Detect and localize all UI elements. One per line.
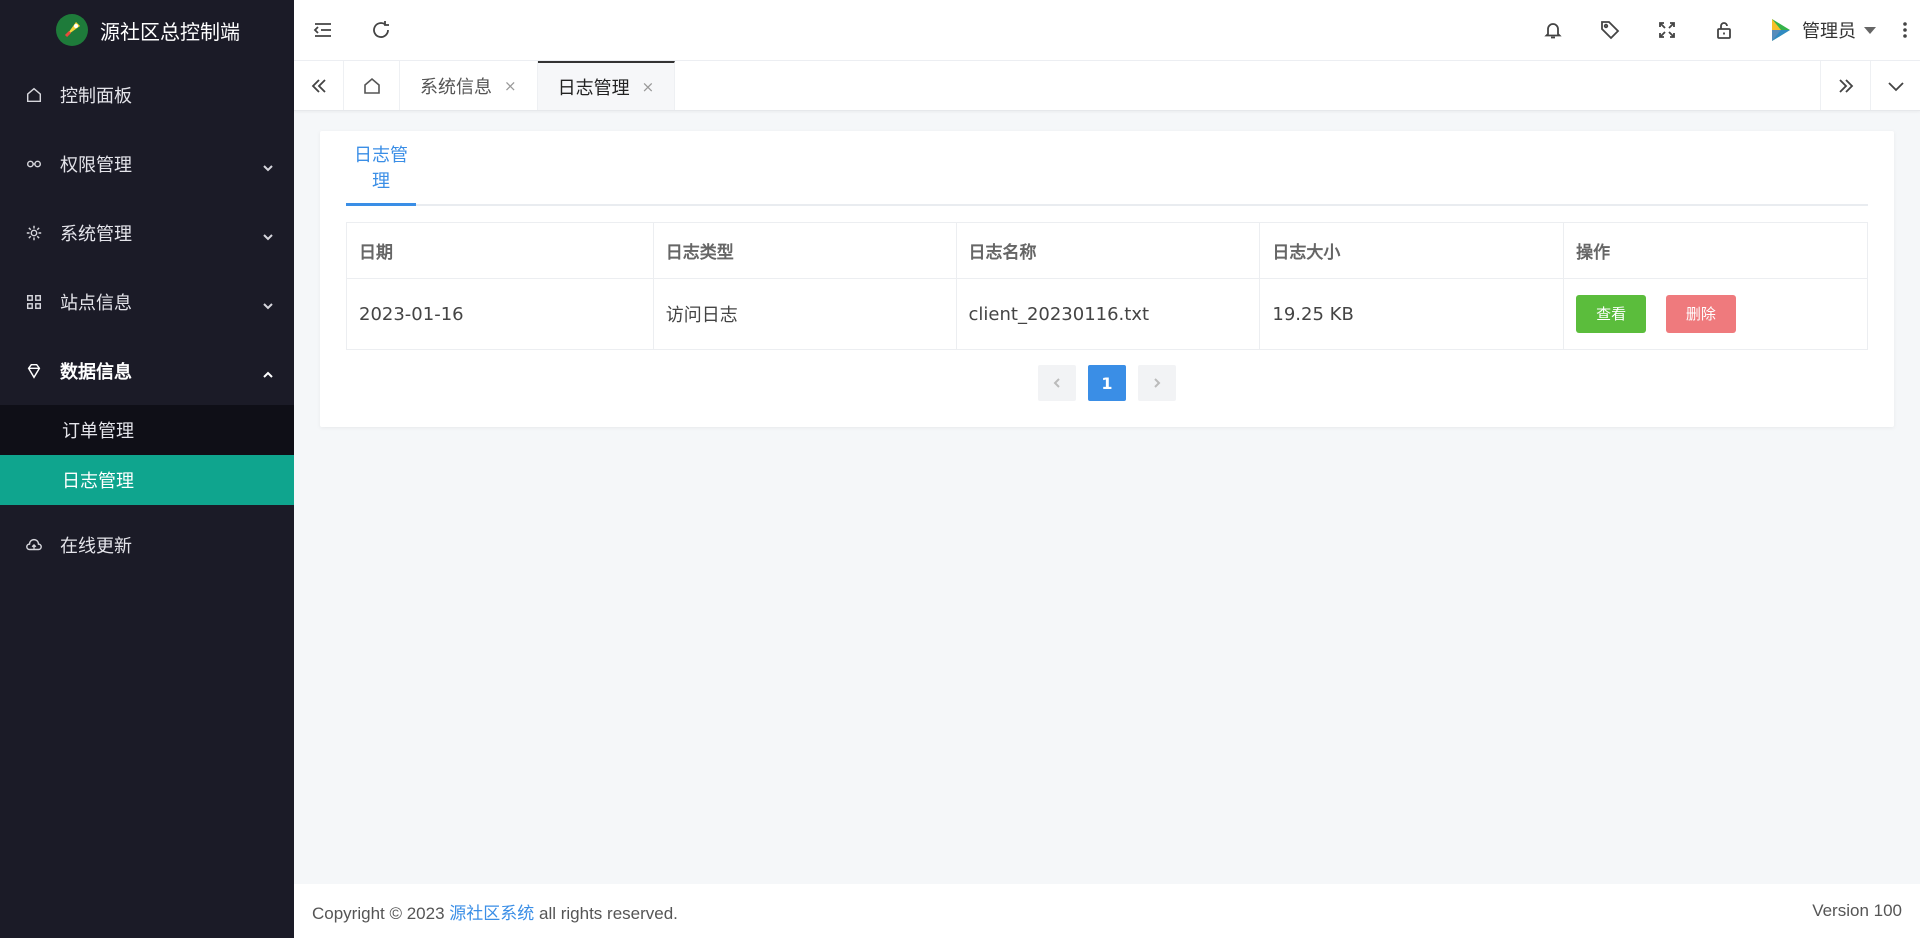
chevron-left-icon xyxy=(1053,378,1060,388)
sidebar-item-label: 站点信息 xyxy=(60,292,132,314)
table-row: 2023-01-16 访问日志 client_20230116.txt 19.2… xyxy=(346,278,1868,350)
footer: Copyright © 2023 源社区系统 all rights reserv… xyxy=(294,884,1920,938)
column-header-date: 日期 xyxy=(346,222,654,279)
refresh-button[interactable] xyxy=(352,0,410,60)
sidebar-item-label: 在线更新 xyxy=(60,536,132,557)
sidebar-item-data-info[interactable]: 数据信息 xyxy=(0,336,294,405)
caret-down-icon xyxy=(1864,26,1876,34)
column-header-name: 日志名称 xyxy=(955,222,1261,279)
cell-name: client_20230116.txt xyxy=(955,278,1261,350)
chevron-right-icon xyxy=(1154,378,1161,388)
collapse-menu-button[interactable] xyxy=(294,0,352,60)
table-header-row: 日期 日志类型 日志名称 日志大小 操作 xyxy=(346,222,1868,279)
chevron-down-icon xyxy=(1887,81,1904,91)
tags-button[interactable] xyxy=(1581,0,1638,60)
card-tab-log-management[interactable]: 日志管理 xyxy=(346,141,416,206)
sidebar-item-site-info[interactable]: 站点信息 xyxy=(0,267,294,336)
sidebar-item-online-update[interactable]: 在线更新 xyxy=(0,505,294,585)
sidebar-subitem-orders[interactable]: 订单管理 xyxy=(0,405,294,455)
tab-label: 日志管理 xyxy=(557,77,630,99)
fullscreen-button[interactable] xyxy=(1638,0,1695,60)
version-label: Version 100 xyxy=(1812,901,1902,920)
tabs-dropdown-button[interactable] xyxy=(1870,61,1920,110)
menu-fold-icon xyxy=(313,23,331,37)
cell-date: 2023-01-16 xyxy=(346,278,654,350)
tabs-scroll-right-button[interactable] xyxy=(1820,61,1870,110)
home-icon xyxy=(363,77,380,94)
prev-page-button[interactable] xyxy=(1038,365,1076,401)
sidebar-item-label: 数据信息 xyxy=(60,361,132,383)
copyright-prefix: Copyright © 2023 xyxy=(312,903,450,923)
page-tabs-bar: 系统信息 × 日志管理 × xyxy=(294,61,1920,111)
refresh-icon xyxy=(373,21,389,38)
diamond-icon xyxy=(24,361,44,381)
sidebar-item-dashboard[interactable]: 控制面板 xyxy=(0,60,294,129)
submenu-data-info: 订单管理 日志管理 xyxy=(0,405,294,505)
tag-icon xyxy=(1600,21,1619,40)
user-menu[interactable]: 管理员 xyxy=(1752,0,1890,60)
chevron-up-icon xyxy=(262,365,274,378)
link-icon xyxy=(24,154,44,174)
top-header: 管理员 xyxy=(294,0,1920,61)
bell-icon xyxy=(1543,23,1562,39)
sidebar-menu-bottom: 在线更新 xyxy=(0,505,294,585)
close-icon[interactable]: × xyxy=(642,78,655,96)
tab-log-management[interactable]: 日志管理 × xyxy=(537,61,676,110)
chevron-down-icon xyxy=(262,296,274,309)
user-name: 管理员 xyxy=(1802,21,1856,42)
chevron-down-icon xyxy=(262,227,274,240)
card-tabs: 日志管理 xyxy=(346,145,1868,206)
sidebar-menu: 控制面板 权限管理 系统管理 站点信息 数据信息 xyxy=(0,60,294,405)
cloud-icon xyxy=(24,535,44,555)
notifications-button[interactable] xyxy=(1524,0,1581,60)
cell-type: 访问日志 xyxy=(652,278,957,350)
sidebar-item-permissions[interactable]: 权限管理 xyxy=(0,129,294,198)
tabs-scroll-left-button[interactable] xyxy=(294,61,344,110)
rocket-logo-icon xyxy=(56,14,88,46)
footer-copyright: Copyright © 2023 源社区系统 all rights reserv… xyxy=(312,899,678,924)
column-header-actions: 操作 xyxy=(1563,222,1868,279)
next-page-button[interactable] xyxy=(1138,365,1176,401)
tab-home[interactable] xyxy=(344,61,400,110)
avatar xyxy=(1772,19,1790,41)
copyright-suffix: all rights reserved. xyxy=(534,903,678,923)
tab-label: 系统信息 xyxy=(420,76,492,98)
pagination: 1 xyxy=(1038,365,1176,401)
header-right: 管理员 xyxy=(1524,0,1920,60)
chevron-down-icon xyxy=(262,158,274,171)
column-header-type: 日志类型 xyxy=(652,222,957,279)
more-button[interactable] xyxy=(1890,0,1920,60)
cell-actions: 查看 删除 xyxy=(1563,278,1868,350)
more-vertical-icon xyxy=(1903,22,1907,38)
cell-size: 19.25 KB xyxy=(1259,278,1565,350)
tab-system-info[interactable]: 系统信息 × xyxy=(400,61,538,110)
lock-icon xyxy=(1716,22,1731,39)
view-button[interactable]: 查看 xyxy=(1576,295,1647,333)
delete-button[interactable]: 删除 xyxy=(1665,295,1736,333)
logo-title: 源社区总控制端 xyxy=(100,19,240,44)
lock-screen-button[interactable] xyxy=(1695,0,1752,60)
close-icon[interactable]: × xyxy=(504,77,517,95)
sidebar-item-label: 权限管理 xyxy=(60,154,132,176)
page-button-current[interactable]: 1 xyxy=(1088,365,1126,401)
footer-brand-link[interactable]: 源社区系统 xyxy=(449,904,534,923)
fullscreen-icon xyxy=(1658,22,1675,38)
logo[interactable]: 源社区总控制端 xyxy=(0,0,294,60)
log-table: 日期 日志类型 日志名称 日志大小 操作 2023-01-16 访问日志 cli… xyxy=(346,222,1868,350)
sidebar-item-system[interactable]: 系统管理 xyxy=(0,198,294,267)
home-icon xyxy=(24,85,44,105)
chevrons-right-icon xyxy=(1838,78,1853,93)
sidebar-item-label: 系统管理 xyxy=(60,223,132,245)
chevrons-left-icon xyxy=(311,78,326,93)
tabs-bar-right xyxy=(1820,61,1920,110)
column-header-size: 日志大小 xyxy=(1259,222,1565,279)
sidebar: 源社区总控制端 控制面板 权限管理 系统管理 站点信息 数据信息 订单管理 日志… xyxy=(0,0,294,938)
gear-icon xyxy=(24,223,44,243)
sidebar-subitem-logs[interactable]: 日志管理 xyxy=(0,455,294,505)
apps-icon xyxy=(24,292,44,312)
log-management-card: 日志管理 日期 日志类型 日志名称 日志大小 操作 2023-01-16 访问日… xyxy=(320,131,1894,427)
sidebar-item-label: 控制面板 xyxy=(60,85,132,107)
